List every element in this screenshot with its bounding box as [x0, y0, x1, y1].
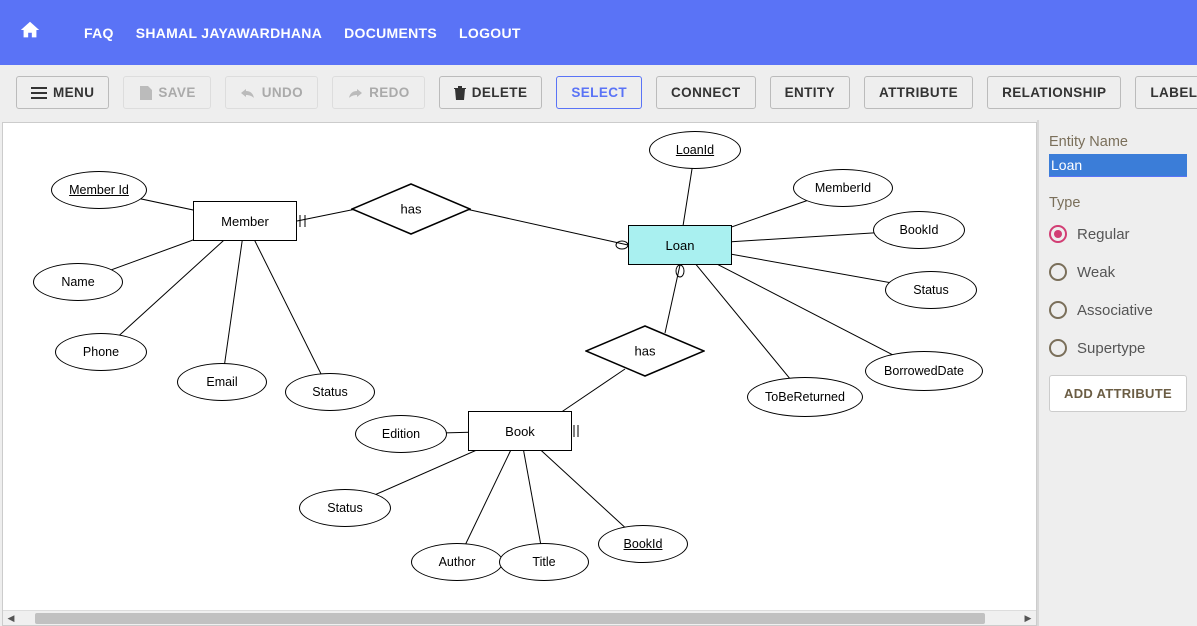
- relationship-has2[interactable]: has: [585, 325, 705, 377]
- nav-link-documents[interactable]: DOCUMENTS: [344, 25, 437, 41]
- attribute-button[interactable]: ATTRIBUTE: [864, 76, 973, 109]
- menu-label: MENU: [53, 85, 94, 100]
- attribute-status[interactable]: Status: [885, 271, 977, 309]
- save-button[interactable]: SAVE: [123, 76, 210, 109]
- scroll-thumb[interactable]: [35, 613, 985, 624]
- attribute-tobereturned[interactable]: ToBeReturned: [747, 377, 863, 417]
- add-attribute-button[interactable]: ADD ATTRIBUTE: [1049, 375, 1187, 412]
- relationship-button[interactable]: RELATIONSHIP: [987, 76, 1121, 109]
- delete-label: DELETE: [472, 85, 528, 100]
- scroll-left-arrow[interactable]: ◀: [3, 611, 19, 626]
- entity-button[interactable]: ENTITY: [770, 76, 850, 109]
- attribute-name[interactable]: Name: [33, 263, 123, 301]
- save-icon: [138, 86, 152, 100]
- nav-link-faq[interactable]: FAQ: [84, 25, 114, 41]
- attribute-memberid[interactable]: MemberId: [793, 169, 893, 207]
- canvas[interactable]: ◀ ▶ MemberLoanBookhashasMember IdNamePho…: [2, 122, 1037, 626]
- attribute-borroweddate[interactable]: BorrowedDate: [865, 351, 983, 391]
- nav-links: FAQ SHAMAL JAYAWARDHANA DOCUMENTS LOGOUT: [84, 25, 521, 41]
- attribute-status[interactable]: Status: [285, 373, 375, 411]
- attribute-bookid[interactable]: BookId: [873, 211, 965, 249]
- redo-label: REDO: [369, 85, 410, 100]
- delete-button[interactable]: DELETE: [439, 76, 543, 109]
- attribute-member-id[interactable]: Member Id: [51, 171, 147, 209]
- attribute-bookid[interactable]: BookId: [598, 525, 688, 563]
- type-radio-weak[interactable]: Weak: [1049, 253, 1187, 291]
- home-icon[interactable]: [18, 19, 42, 46]
- entity-book[interactable]: Book: [468, 411, 572, 451]
- save-label: SAVE: [158, 85, 195, 100]
- trash-icon: [454, 86, 466, 100]
- undo-label: UNDO: [262, 85, 303, 100]
- undo-button[interactable]: UNDO: [225, 76, 318, 109]
- redo-icon: [347, 87, 363, 99]
- type-radio-regular[interactable]: Regular: [1049, 215, 1187, 253]
- scroll-right-arrow[interactable]: ▶: [1020, 611, 1036, 626]
- attribute-phone[interactable]: Phone: [55, 333, 147, 371]
- radio-icon: [1049, 263, 1067, 281]
- entity-member[interactable]: Member: [193, 201, 297, 241]
- nav-link-logout[interactable]: LOGOUT: [459, 25, 521, 41]
- label-button[interactable]: LABEL: [1135, 76, 1197, 109]
- connect-button[interactable]: CONNECT: [656, 76, 756, 109]
- entity-loan[interactable]: Loan: [628, 225, 732, 265]
- attribute-status[interactable]: Status: [299, 489, 391, 527]
- select-button[interactable]: SELECT: [556, 76, 642, 109]
- radio-label: Associative: [1077, 302, 1153, 319]
- attribute-email[interactable]: Email: [177, 363, 267, 401]
- type-label: Type: [1049, 195, 1187, 211]
- attribute-title[interactable]: Title: [499, 543, 589, 581]
- horizontal-scrollbar[interactable]: ◀ ▶: [3, 610, 1036, 625]
- radio-icon: [1049, 339, 1067, 357]
- attribute-edition[interactable]: Edition: [355, 415, 447, 453]
- radio-label: Supertype: [1077, 340, 1145, 357]
- toolbar: MENU SAVE UNDO REDO DELETE SELECT CONNEC…: [0, 65, 1197, 120]
- entity-name-input[interactable]: [1049, 154, 1187, 177]
- entity-name-label: Entity Name: [1049, 134, 1187, 150]
- attribute-loanid[interactable]: LoanId: [649, 131, 741, 169]
- undo-icon: [240, 87, 256, 99]
- menu-button[interactable]: MENU: [16, 76, 109, 109]
- workspace: ◀ ▶ MemberLoanBookhashasMember IdNamePho…: [0, 120, 1197, 626]
- properties-panel: Entity Name Type Regular Weak Associative S…: [1037, 120, 1197, 626]
- attribute-author[interactable]: Author: [411, 543, 503, 581]
- type-radio-associative[interactable]: Associative: [1049, 291, 1187, 329]
- type-radio-supertype[interactable]: Supertype: [1049, 329, 1187, 367]
- app-header: FAQ SHAMAL JAYAWARDHANA DOCUMENTS LOGOUT: [0, 0, 1197, 65]
- nav-link-user[interactable]: SHAMAL JAYAWARDHANA: [136, 25, 322, 41]
- radio-label: Weak: [1077, 264, 1115, 281]
- relationship-has1[interactable]: has: [351, 183, 471, 235]
- redo-button[interactable]: REDO: [332, 76, 425, 109]
- radio-icon: [1049, 301, 1067, 319]
- hamburger-icon: [31, 87, 47, 99]
- radio-label: Regular: [1077, 226, 1130, 243]
- radio-icon: [1049, 225, 1067, 243]
